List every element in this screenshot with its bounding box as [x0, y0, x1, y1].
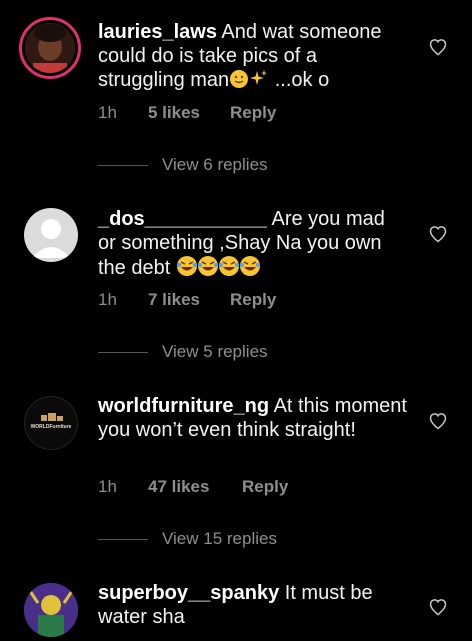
comment-username[interactable]: _dos___________	[98, 208, 267, 230]
comment-likes[interactable]: 47 likes	[148, 477, 242, 497]
avatar-logo-text: WORLDFurniture	[30, 424, 72, 430]
smiley-emoji-icon	[229, 69, 249, 95]
view-replies-label: View 6 replies	[162, 155, 268, 174]
like-heart-icon[interactable]	[428, 224, 448, 244]
like-heart-icon[interactable]	[428, 597, 448, 617]
replies-divider	[98, 538, 148, 540]
avatar[interactable]	[19, 17, 81, 79]
sparkles-emoji-icon	[249, 69, 269, 95]
comment-time: 1h	[98, 103, 117, 122]
comment-body: worldfurniture_ng At this moment you won…	[98, 394, 408, 442]
avatar[interactable]: WORLDFurniture	[24, 396, 78, 450]
comment-meta: 1h 47 likes Reply	[98, 477, 288, 497]
avatar-photo	[25, 23, 75, 73]
comment-likes[interactable]: 5 likes	[148, 103, 230, 123]
replies-divider	[98, 164, 148, 166]
comment-body: lauries_laws And wat someone could do is…	[98, 20, 408, 95]
comment-username[interactable]: worldfurniture_ng	[98, 395, 269, 417]
avatar-photo	[24, 583, 78, 637]
comment-text-tail: ...ok o	[269, 69, 330, 91]
avatar[interactable]	[24, 208, 78, 262]
comment-body: _dos___________ Are you mad or something…	[98, 207, 408, 280]
view-replies-label: View 5 replies	[162, 342, 268, 361]
view-replies-button[interactable]: View 15 replies	[98, 529, 277, 549]
view-replies-button[interactable]: View 6 replies	[98, 155, 268, 175]
view-replies-button[interactable]: View 5 replies	[98, 342, 268, 362]
like-heart-icon[interactable]	[428, 37, 448, 57]
comment-likes[interactable]: 7 likes	[148, 290, 230, 310]
comment-time: 1h	[98, 290, 117, 309]
laughing-emoji-icons	[176, 256, 262, 279]
avatar[interactable]	[24, 583, 78, 637]
comment-username[interactable]: superboy__spanky	[98, 582, 279, 604]
comment-body: superboy__spanky It must be water sha	[98, 581, 408, 629]
like-heart-icon[interactable]	[428, 411, 448, 431]
comment-username[interactable]: lauries_laws	[98, 21, 217, 43]
comment-meta: 1h 7 likes Reply	[98, 290, 276, 310]
reply-button[interactable]: Reply	[230, 290, 276, 310]
reply-button[interactable]: Reply	[242, 477, 288, 497]
comment-meta: 1h 5 likes Reply	[98, 103, 276, 123]
view-replies-label: View 15 replies	[162, 529, 277, 548]
default-avatar-icon	[32, 219, 70, 258]
replies-divider	[98, 351, 148, 353]
reply-button[interactable]: Reply	[230, 103, 276, 123]
comment-time: 1h	[98, 477, 117, 496]
